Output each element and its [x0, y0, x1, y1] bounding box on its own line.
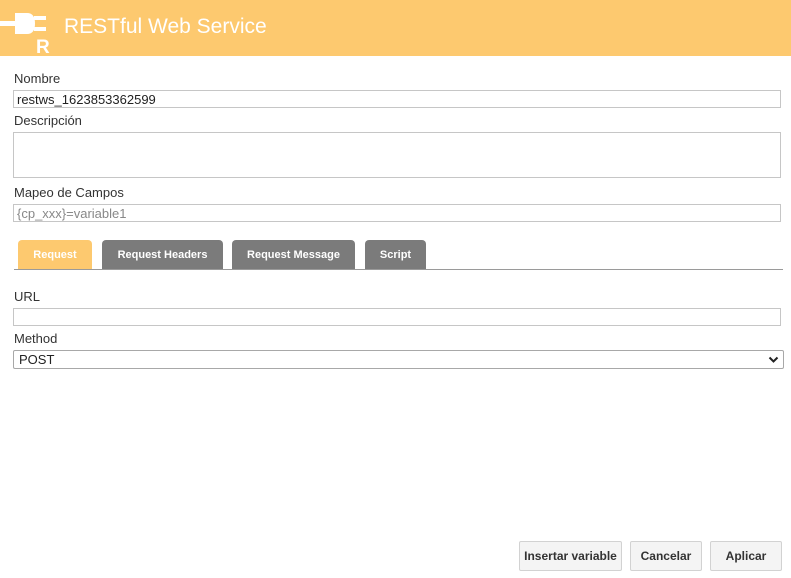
method-label: Method [14, 331, 58, 346]
mapeo-campos-label: Mapeo de Campos [14, 185, 124, 200]
url-input[interactable] [13, 308, 781, 326]
logo-letter: R [36, 37, 50, 54]
tab-script[interactable]: Script [365, 240, 426, 270]
descripcion-label: Descripción [14, 113, 82, 128]
method-selected-value: POST [19, 352, 55, 367]
dialog-header: R RESTful Web Service [0, 0, 791, 56]
cancel-button[interactable]: Cancelar [630, 541, 702, 571]
tab-request[interactable]: Request [18, 240, 92, 270]
chevron-down-icon [768, 356, 779, 363]
plug-icon: R [0, 13, 50, 54]
nombre-input[interactable] [13, 90, 781, 108]
dialog-title: RESTful Web Service [64, 15, 267, 38]
descripcion-textarea[interactable] [13, 132, 781, 178]
restful-web-service-dialog: R RESTful Web Service Nombre Descripción… [0, 0, 791, 578]
method-select[interactable]: POST [13, 350, 784, 369]
apply-button[interactable]: Aplicar [710, 541, 782, 571]
insert-variable-button[interactable]: Insertar variable [519, 541, 622, 571]
tab-request-headers[interactable]: Request Headers [102, 240, 223, 270]
url-label: URL [14, 289, 41, 304]
tab-request-message[interactable]: Request Message [232, 240, 355, 270]
tab-divider [14, 269, 783, 270]
nombre-label: Nombre [14, 71, 61, 86]
mapeo-campos-input[interactable] [13, 204, 781, 222]
